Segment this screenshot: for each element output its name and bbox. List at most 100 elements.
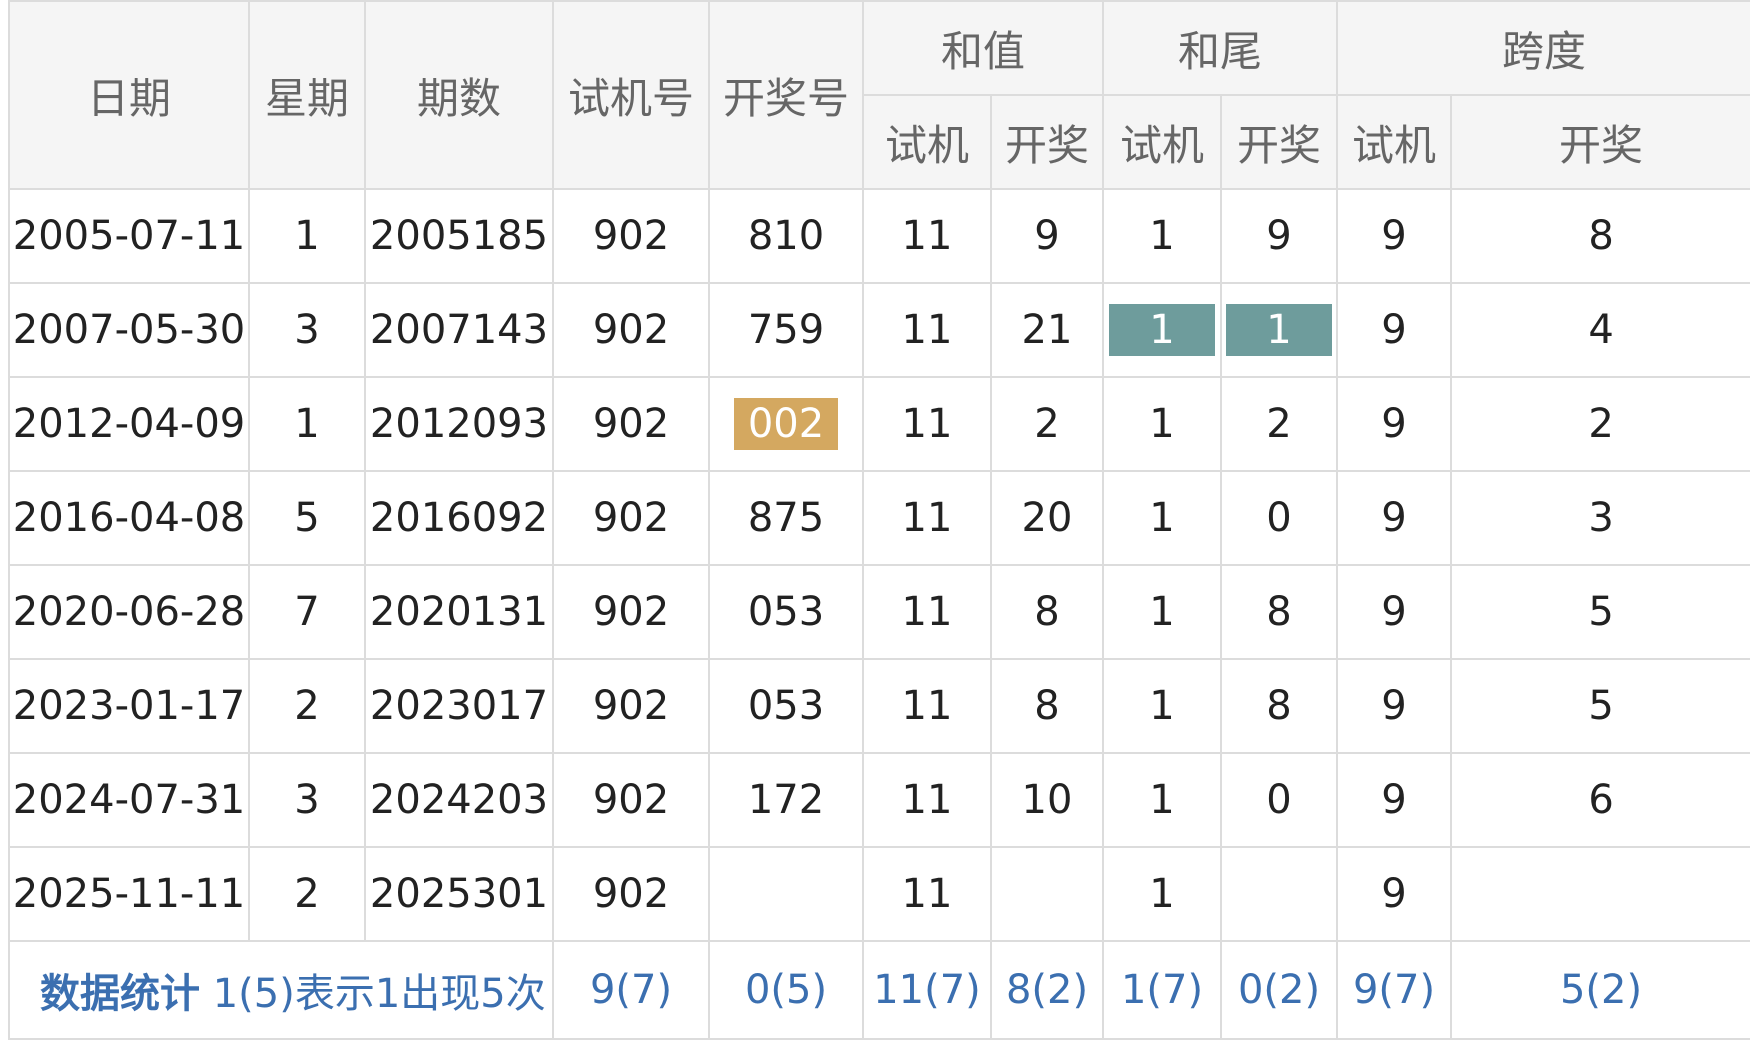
cell-span-trial: 9 — [1336, 470, 1453, 566]
cell-tail-trial: 1 — [1102, 752, 1223, 848]
cell-span-trial: 9 — [1336, 188, 1453, 284]
cell-weekday: 3 — [248, 752, 366, 848]
cell-tail-draw: 0 — [1220, 752, 1339, 848]
cell-sum-trial: 11 — [862, 376, 992, 472]
cell-span-draw: 5 — [1450, 658, 1750, 754]
cell-trial: 902 — [552, 564, 710, 660]
header-sum-draw: 开奖 — [989, 94, 1105, 190]
cell-weekday: 3 — [248, 282, 366, 378]
cell-date: 2024-07-31 — [8, 752, 250, 848]
stats-row: 数据统计 1(5)表示1出现5次 9(7) 0(5) 11(7) 8(2) 1(… — [8, 940, 1750, 1040]
cell-sum-trial: 11 — [862, 752, 992, 848]
cell-issue: 2005185 — [364, 188, 554, 284]
stats-sum-trial: 11(7) — [862, 940, 992, 1040]
table-row: 2025-11-11 2 2025301 902 11 1 9 — [8, 846, 1750, 942]
cell-span-trial: 9 — [1336, 846, 1453, 942]
header-weekday: 星期 — [248, 0, 366, 190]
cell-date: 2012-04-09 — [8, 376, 250, 472]
highlight-tail-trial: 1 — [1109, 304, 1215, 356]
header-span: 跨度 — [1336, 0, 1750, 96]
cell-sum-draw — [989, 846, 1105, 942]
cell-span-draw: 5 — [1450, 564, 1750, 660]
cell-date: 2020-06-28 — [8, 564, 250, 660]
cell-draw — [708, 846, 864, 942]
cell-date: 2016-04-08 — [8, 470, 250, 566]
header-sum-trial: 试机 — [862, 94, 992, 190]
cell-weekday: 7 — [248, 564, 366, 660]
cell-sum-draw: 8 — [989, 564, 1105, 660]
cell-span-trial: 9 — [1336, 376, 1453, 472]
cell-tail-draw: 9 — [1220, 188, 1339, 284]
table-row: 2007-05-30 3 2007143 902 759 11 21 1 1 9… — [8, 282, 1750, 378]
cell-draw: 810 — [708, 188, 864, 284]
cell-trial: 902 — [552, 752, 710, 848]
cell-draw: 002 — [708, 376, 864, 472]
stats-tail-draw: 0(2) — [1220, 940, 1339, 1040]
cell-tail-trial: 1 — [1102, 564, 1223, 660]
header-sum: 和值 — [861, 0, 1105, 96]
stats-span-draw: 5(2) — [1450, 940, 1750, 1040]
cell-issue: 2007143 — [364, 282, 554, 378]
header-tail-draw: 开奖 — [1220, 94, 1339, 190]
cell-sum-trial: 11 — [862, 470, 992, 566]
header-row-1: 日期 星期 期数 试机号 开奖号 和值 和尾 跨度 — [8, 0, 1750, 190]
header-issue: 期数 — [364, 0, 554, 190]
cell-tail-draw: 0 — [1220, 470, 1339, 566]
stats-draw: 0(5) — [708, 940, 864, 1040]
cell-tail-trial: 1 — [1102, 470, 1223, 566]
cell-sum-trial: 11 — [862, 282, 992, 378]
table-row: 2020-06-28 7 2020131 902 053 11 8 1 8 9 … — [8, 564, 1750, 660]
header-sum-tail: 和尾 — [1102, 0, 1339, 96]
cell-span-draw: 6 — [1450, 752, 1750, 848]
stats-span-trial: 9(7) — [1336, 940, 1453, 1040]
cell-draw: 875 — [708, 470, 864, 566]
cell-span-draw: 4 — [1450, 282, 1750, 378]
cell-sum-draw: 2 — [989, 376, 1105, 472]
highlight-tail-draw: 1 — [1226, 304, 1332, 356]
cell-draw: 053 — [708, 564, 864, 660]
cell-sum-draw: 10 — [989, 752, 1105, 848]
cell-span-draw: 8 — [1450, 188, 1750, 284]
cell-sum-trial: 11 — [862, 658, 992, 754]
cell-tail-draw: 2 — [1220, 376, 1339, 472]
cell-sum-trial: 11 — [862, 188, 992, 284]
cell-span-trial: 9 — [1336, 282, 1453, 378]
cell-tail-trial: 1 — [1102, 376, 1223, 472]
cell-issue: 2016092 — [364, 470, 554, 566]
cell-weekday: 2 — [248, 846, 366, 942]
header-trial-number: 试机号 — [552, 0, 710, 190]
cell-tail-draw: 8 — [1220, 658, 1339, 754]
cell-tail-trial: 1 — [1102, 282, 1223, 378]
cell-tail-trial: 1 — [1102, 188, 1223, 284]
cell-issue: 2020131 — [364, 564, 554, 660]
cell-span-draw: 2 — [1450, 376, 1750, 472]
stats-label: 数据统计 1(5)表示1出现5次 — [8, 940, 554, 1040]
cell-weekday: 2 — [248, 658, 366, 754]
cell-span-draw — [1450, 846, 1750, 942]
stats-tail-trial: 1(7) — [1102, 940, 1223, 1040]
lottery-results-table: 日期 星期 期数 试机号 开奖号 和值 和尾 跨度 试机 开奖 试机 开奖 试机… — [8, 0, 1750, 1040]
cell-span-trial: 9 — [1336, 752, 1453, 848]
cell-sum-draw: 8 — [989, 658, 1105, 754]
cell-weekday: 5 — [248, 470, 366, 566]
cell-weekday: 1 — [248, 188, 366, 284]
cell-sum-draw: 20 — [989, 470, 1105, 566]
table-row: 2024-07-31 3 2024203 902 172 11 10 1 0 9… — [8, 752, 1750, 848]
table-row: 2023-01-17 2 2023017 902 053 11 8 1 8 9 … — [8, 658, 1750, 754]
cell-trial: 902 — [552, 282, 710, 378]
cell-issue: 2024203 — [364, 752, 554, 848]
stats-description: 1(5)表示1出现5次 — [212, 971, 546, 1017]
bottom-divider — [8, 1038, 1750, 1040]
cell-trial: 902 — [552, 376, 710, 472]
cell-trial: 902 — [552, 846, 710, 942]
cell-tail-draw — [1220, 846, 1339, 942]
header-tail-trial: 试机 — [1102, 94, 1223, 190]
header-date: 日期 — [8, 0, 250, 190]
cell-sum-draw: 21 — [989, 282, 1105, 378]
cell-issue: 2023017 — [364, 658, 554, 754]
cell-span-trial: 9 — [1336, 658, 1453, 754]
table-row: 2012-04-09 1 2012093 902 002 11 2 1 2 9 … — [8, 376, 1750, 472]
cell-sum-draw: 9 — [989, 188, 1105, 284]
cell-weekday: 1 — [248, 376, 366, 472]
highlight-draw: 002 — [733, 398, 839, 450]
